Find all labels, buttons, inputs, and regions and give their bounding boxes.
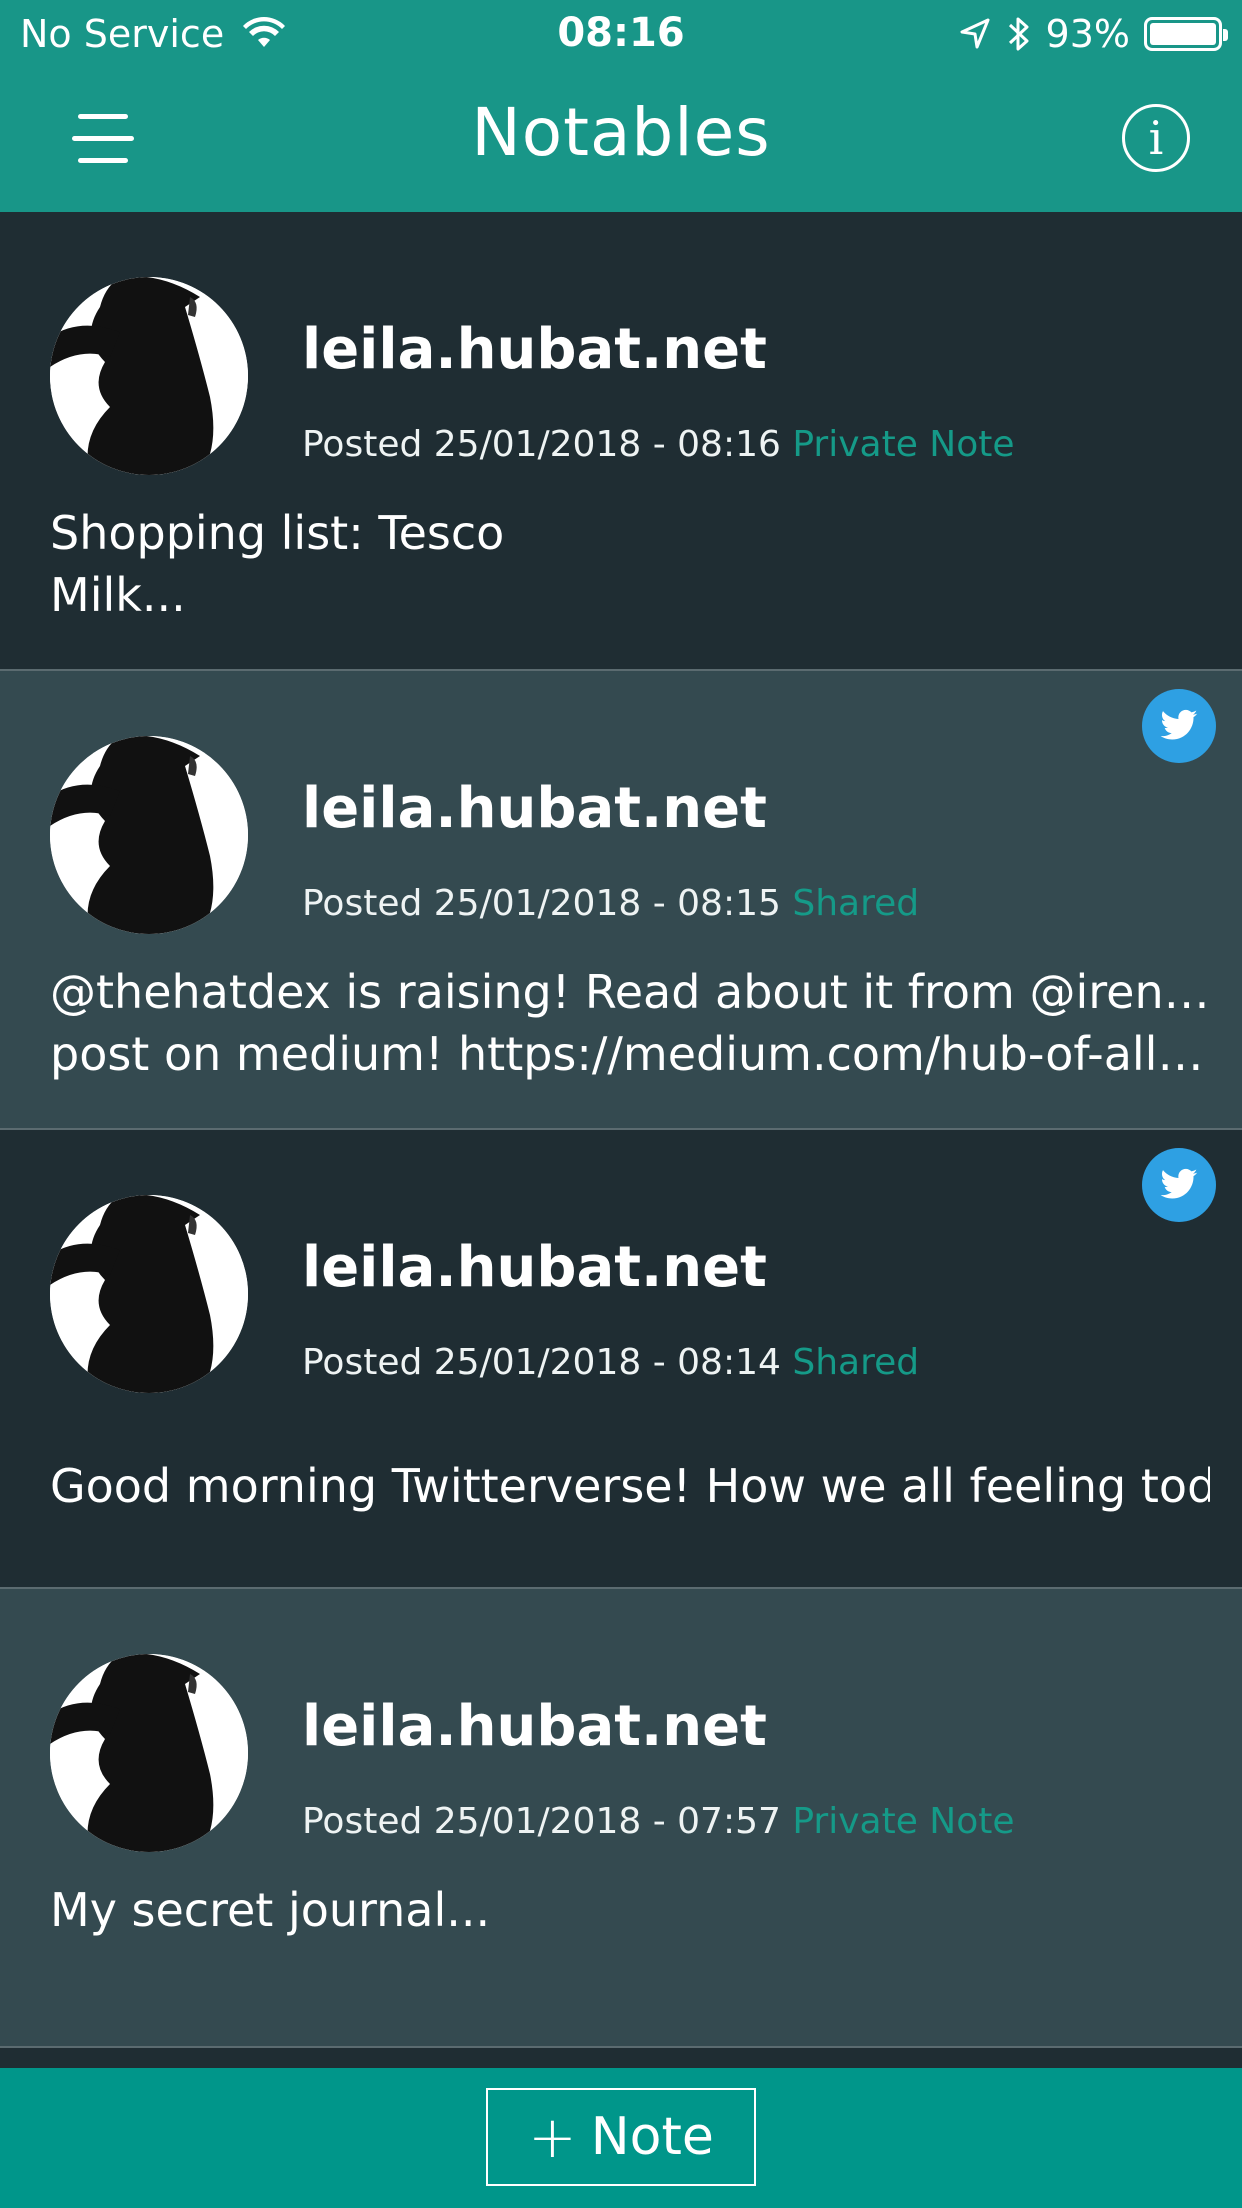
battery-percent: 93% [1045,12,1130,56]
info-icon[interactable]: i [1122,104,1190,172]
note-body-line: @thehatdex is raising! Read about it fro… [50,965,1210,1019]
note-card[interactable]: leila.hubat.net Posted 25/01/2018 - 08:1… [0,671,1242,1130]
status-bar: No Service 08:16 93% [0,0,1242,66]
battery-fill [1150,23,1216,45]
status-right: 93% [958,12,1228,56]
plus-icon: + [528,2103,577,2171]
author-name: leila.hubat.net [302,1235,767,1300]
note-card[interactable]: leila.hubat.net Posted 25/01/2018 - 08:1… [0,1130,1242,1589]
note-type: Shared [792,883,920,924]
posted-date: Posted 25/01/2018 - 08:14 [302,1342,781,1383]
avatar [50,736,248,934]
note-body: My secret journal... [50,1883,491,1937]
location-arrow-icon [960,18,990,49]
avatar [50,1195,248,1393]
note-card[interactable]: leila.hubat.net Posted 25/01/2018 - 08:1… [0,212,1242,671]
note-body: @thehatdex is raising! Read about it fro… [50,961,1210,1085]
bluetooth-icon [1008,17,1029,51]
page-title: Notables [471,94,771,171]
posted-date: Posted 25/01/2018 - 08:15 [302,883,781,924]
note-card[interactable]: leila.hubat.net Posted 25/01/2018 - 07:5… [0,1589,1242,2048]
author-name: leila.hubat.net [302,1694,767,1759]
silhouette-avatar-image [50,736,248,934]
notes-feed: leila.hubat.net Posted 25/01/2018 - 08:1… [0,212,1242,2048]
note-body: Shopping list: Tesco Milk... [50,506,505,622]
note-body: Good morning Twitterverse! How we all fe… [50,1459,1210,1513]
battery-icon [1144,17,1228,51]
note-meta: Posted 25/01/2018 - 08:15 Shared [302,883,919,924]
silhouette-avatar-image [50,1195,248,1393]
posted-date: Posted 25/01/2018 - 08:16 [302,424,781,465]
note-type: Private Note [792,1801,1015,1842]
avatar [50,277,248,475]
note-meta: Posted 25/01/2018 - 08:16 Private Note [302,424,1015,465]
author-name: leila.hubat.net [302,776,767,841]
note-type: Shared [792,1342,920,1383]
add-note-button[interactable]: + Note [486,2088,756,2186]
twitter-icon [1142,689,1216,763]
avatar [50,1654,248,1852]
add-note-label: Note [590,2107,714,2167]
nav-bar: Notables i [0,66,1242,214]
note-type: Private Note [792,424,1015,465]
note-meta: Posted 25/01/2018 - 08:14 Shared [302,1342,919,1383]
silhouette-avatar-image [50,277,248,475]
note-meta: Posted 25/01/2018 - 07:57 Private Note [302,1801,1015,1842]
bottom-bar: + Note [0,2068,1242,2208]
posted-date: Posted 25/01/2018 - 07:57 [302,1801,781,1842]
note-body-line: post on medium! https://medium.com/hub-o… [50,1027,1210,1081]
author-name: leila.hubat.net [302,317,767,382]
twitter-icon [1142,1148,1216,1222]
silhouette-avatar-image [50,1654,248,1852]
